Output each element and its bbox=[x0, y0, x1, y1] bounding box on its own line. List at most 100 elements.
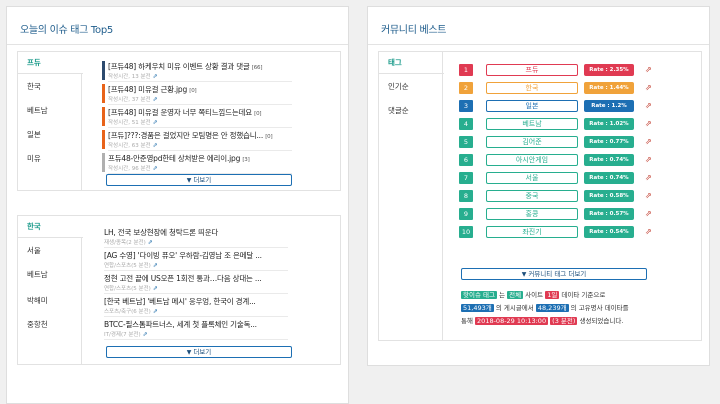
item-meta: 작성시간, 37 분전 ⇗ bbox=[108, 96, 158, 103]
news-item[interactable]: [한국 베트남] '베트남 메시' 응우엉, 한국이 경계... 스포츠/축구(6… bbox=[98, 295, 288, 317]
rank-number: 8 bbox=[459, 190, 473, 202]
item-title[interactable]: [프듀48] 미유걸 운영자 너무 쪽티느낌드는데요 [0] bbox=[108, 107, 292, 118]
comment-count: [0] bbox=[189, 88, 197, 94]
tab-korea[interactable]: 한국 bbox=[18, 76, 82, 98]
tab-comments[interactable]: 댓글순 bbox=[379, 100, 443, 122]
tab-tag[interactable]: 태그 bbox=[379, 52, 444, 74]
rank-keyword[interactable]: 서울 bbox=[486, 172, 578, 184]
external-link-icon[interactable]: ⇗ bbox=[153, 73, 158, 80]
external-link-icon[interactable]: ⇗ bbox=[645, 191, 652, 201]
external-link-icon[interactable]: ⇗ bbox=[153, 262, 158, 269]
info-line-1: 핫이슈 태그 는 전체 사이트 1일 데이타 기준으로 bbox=[461, 291, 606, 299]
rank-keyword[interactable]: 홍콩 bbox=[486, 208, 578, 220]
divider bbox=[104, 339, 288, 340]
external-link-icon[interactable]: ⇗ bbox=[645, 119, 652, 129]
tab-jung-hangcheon[interactable]: 중항천 bbox=[18, 314, 82, 336]
external-link-icon[interactable]: ⇗ bbox=[645, 137, 652, 147]
rank-row: 10 좌진기 Rate : 0.54% ⇗ bbox=[459, 226, 659, 239]
tab-popular[interactable]: 인기순 bbox=[379, 76, 443, 98]
list-item[interactable]: [프듀48] 미유걸 운영자 너무 쪽티느낌드는데요 [0] 작성시간, 51 분… bbox=[102, 106, 292, 128]
external-link-icon[interactable]: ⇗ bbox=[645, 65, 652, 75]
external-link-icon[interactable]: ⇗ bbox=[645, 101, 652, 111]
rank-rate-badge: Rate : 0.54% bbox=[584, 226, 634, 238]
item-title[interactable]: [프듀48] 하케우치 미유 이벤트 상황 결과 댓글 [66] bbox=[108, 61, 292, 72]
external-link-icon[interactable]: ⇗ bbox=[645, 173, 652, 183]
rank-keyword[interactable]: 아시안게임 bbox=[486, 154, 578, 166]
divider bbox=[108, 150, 292, 151]
item-meta: 재생/종목(2 분전) ⇗ bbox=[104, 239, 153, 246]
external-link-icon[interactable]: ⇗ bbox=[153, 96, 158, 103]
rank-number: 1 bbox=[459, 64, 473, 76]
tab-park-haemi[interactable]: 박해미 bbox=[18, 290, 82, 312]
comment-count: [3] bbox=[242, 157, 250, 163]
news-item[interactable]: [AG 수영] '다이빙 퓨오' 우하람-김영남 조 은메달 ... 연합/스포츠… bbox=[98, 249, 288, 271]
rank-rate-badge: Rate : 0.74% bbox=[584, 154, 634, 166]
external-link-icon[interactable]: ⇗ bbox=[153, 308, 158, 315]
list-item[interactable]: 프듀48-안준영pd한테 상처받은 에리이.jpg [3] 작성시간, 96 분전… bbox=[102, 152, 292, 174]
list-item[interactable]: [프듀48] 미유걸 근황.jpg [0] 작성시간, 37 분전 ⇗ bbox=[102, 83, 292, 105]
more-button[interactable]: ▼ 더보기 bbox=[106, 174, 292, 186]
external-link-icon[interactable]: ⇗ bbox=[153, 165, 158, 172]
rank-row: 1 프듀 Rate : 2.35% ⇗ bbox=[459, 64, 659, 77]
rank-row: 5 김어준 Rate : 0.77% ⇗ bbox=[459, 136, 659, 149]
news-item[interactable]: BTCC-필스톰파트너스, 세계 첫 플록체인 기술독... IT/경제(7 분전… bbox=[98, 318, 288, 340]
comment-count: [66] bbox=[251, 65, 263, 71]
issue-tags-panel: 오늘의 이슈 태그 Top5 프듀 한국 베트남 일본 미유 [프듀48] 하케… bbox=[6, 6, 349, 404]
comment-count: [0] bbox=[254, 111, 262, 117]
tab-miyu[interactable]: 미유 bbox=[18, 148, 82, 170]
rank-keyword[interactable]: 좌진기 bbox=[486, 226, 578, 238]
item-meta: 작성시간, 13 분전 ⇗ bbox=[108, 73, 158, 80]
rank-rate-badge: Rate : 0.57% bbox=[584, 208, 634, 220]
item-title[interactable]: 정현 고전 끝에 US오픈 1회전 통과…다음 상대는 ... bbox=[104, 273, 288, 284]
external-link-icon[interactable]: ⇗ bbox=[153, 119, 158, 126]
item-meta: IT/경제(7 분전) ⇗ bbox=[104, 331, 148, 338]
news-item[interactable]: LH, 전국 보상현장에 청탁드론 띄운다 재생/종목(2 분전) ⇗ bbox=[98, 226, 288, 248]
external-link-icon[interactable]: ⇗ bbox=[153, 285, 158, 292]
list-item[interactable]: [프듀48] 하케우치 미유 이벤트 상황 결과 댓글 [66] 작성시간, 13… bbox=[102, 60, 292, 82]
divider bbox=[368, 44, 709, 45]
list-item[interactable]: [프듀]???:경품은 걸었지만 모팀명은 안 정했습니... [0] 작성시간,… bbox=[102, 129, 292, 151]
category-bar bbox=[102, 84, 105, 103]
item-meta: 연합/스포츠(5 분전) ⇗ bbox=[104, 262, 158, 269]
rank-row: 2 한국 Rate : 1.44% ⇗ bbox=[459, 82, 659, 95]
rank-number: 7 bbox=[459, 172, 473, 184]
external-link-icon[interactable]: ⇗ bbox=[153, 142, 158, 149]
item-title[interactable]: [프듀]???:경품은 걸었지만 모팀명은 안 정했습니... [0] bbox=[108, 130, 292, 141]
more-button[interactable]: ▼ 더보기 bbox=[106, 346, 292, 358]
external-link-icon[interactable]: ⇗ bbox=[148, 239, 153, 246]
community-more-button[interactable]: ▼ 커뮤니티 태그 더보기 bbox=[461, 268, 647, 280]
news-item[interactable]: 정현 고전 끝에 US오픈 1회전 통과…다음 상대는 ... 연합/스포츠(5 … bbox=[98, 272, 288, 294]
rank-number: 2 bbox=[459, 82, 473, 94]
external-link-icon[interactable]: ⇗ bbox=[645, 155, 652, 165]
tab-seoul[interactable]: 서울 bbox=[18, 240, 82, 262]
rank-keyword[interactable]: 한국 bbox=[486, 82, 578, 94]
external-link-icon[interactable]: ⇗ bbox=[143, 331, 148, 338]
item-title[interactable]: [프듀48] 미유걸 근황.jpg [0] bbox=[108, 84, 292, 95]
external-link-icon[interactable]: ⇗ bbox=[645, 227, 652, 237]
rank-number: 6 bbox=[459, 154, 473, 166]
tab-japan[interactable]: 일본 bbox=[18, 124, 82, 146]
item-title[interactable]: LH, 전국 보상현장에 청탁드론 띄운다 bbox=[104, 227, 288, 238]
rank-row: 8 중국 Rate : 0.58% ⇗ bbox=[459, 190, 659, 203]
item-title[interactable]: [AG 수영] '다이빙 퓨오' 우하람-김영남 조 은메달 ... bbox=[104, 250, 288, 261]
external-link-icon[interactable]: ⇗ bbox=[645, 83, 652, 93]
rank-row: 7 서울 Rate : 0.74% ⇗ bbox=[459, 172, 659, 185]
tab-korea[interactable]: 한국 bbox=[18, 216, 83, 238]
caret-down-icon: ▼ bbox=[186, 349, 192, 356]
tab-vietnam[interactable]: 베트남 bbox=[18, 100, 82, 122]
caret-down-icon: ▼ bbox=[521, 271, 527, 278]
rank-keyword[interactable]: 김어준 bbox=[486, 136, 578, 148]
rank-keyword[interactable]: 베트남 bbox=[486, 118, 578, 130]
tab-list: 프듀 한국 베트남 일본 미유 bbox=[18, 52, 83, 190]
tab-produce[interactable]: 프듀 bbox=[18, 52, 83, 74]
item-meta: 작성시간, 63 분전 ⇗ bbox=[108, 142, 158, 149]
item-title[interactable]: BTCC-필스톰파트너스, 세계 첫 플록체인 기술독... bbox=[104, 319, 288, 330]
panel-title: 오늘의 이슈 태그 Top5 bbox=[20, 25, 113, 36]
tab-vietnam[interactable]: 베트남 bbox=[18, 264, 82, 286]
external-link-icon[interactable]: ⇗ bbox=[645, 209, 652, 219]
rank-keyword[interactable]: 중국 bbox=[486, 190, 578, 202]
item-title[interactable]: [한국 베트남] '베트남 메시' 응우엉, 한국이 경계... bbox=[104, 296, 288, 307]
rank-keyword[interactable]: 일본 bbox=[486, 100, 578, 112]
item-title[interactable]: 프듀48-안준영pd한테 상처받은 에리이.jpg [3] bbox=[108, 153, 292, 164]
rank-keyword[interactable]: 프듀 bbox=[486, 64, 578, 76]
